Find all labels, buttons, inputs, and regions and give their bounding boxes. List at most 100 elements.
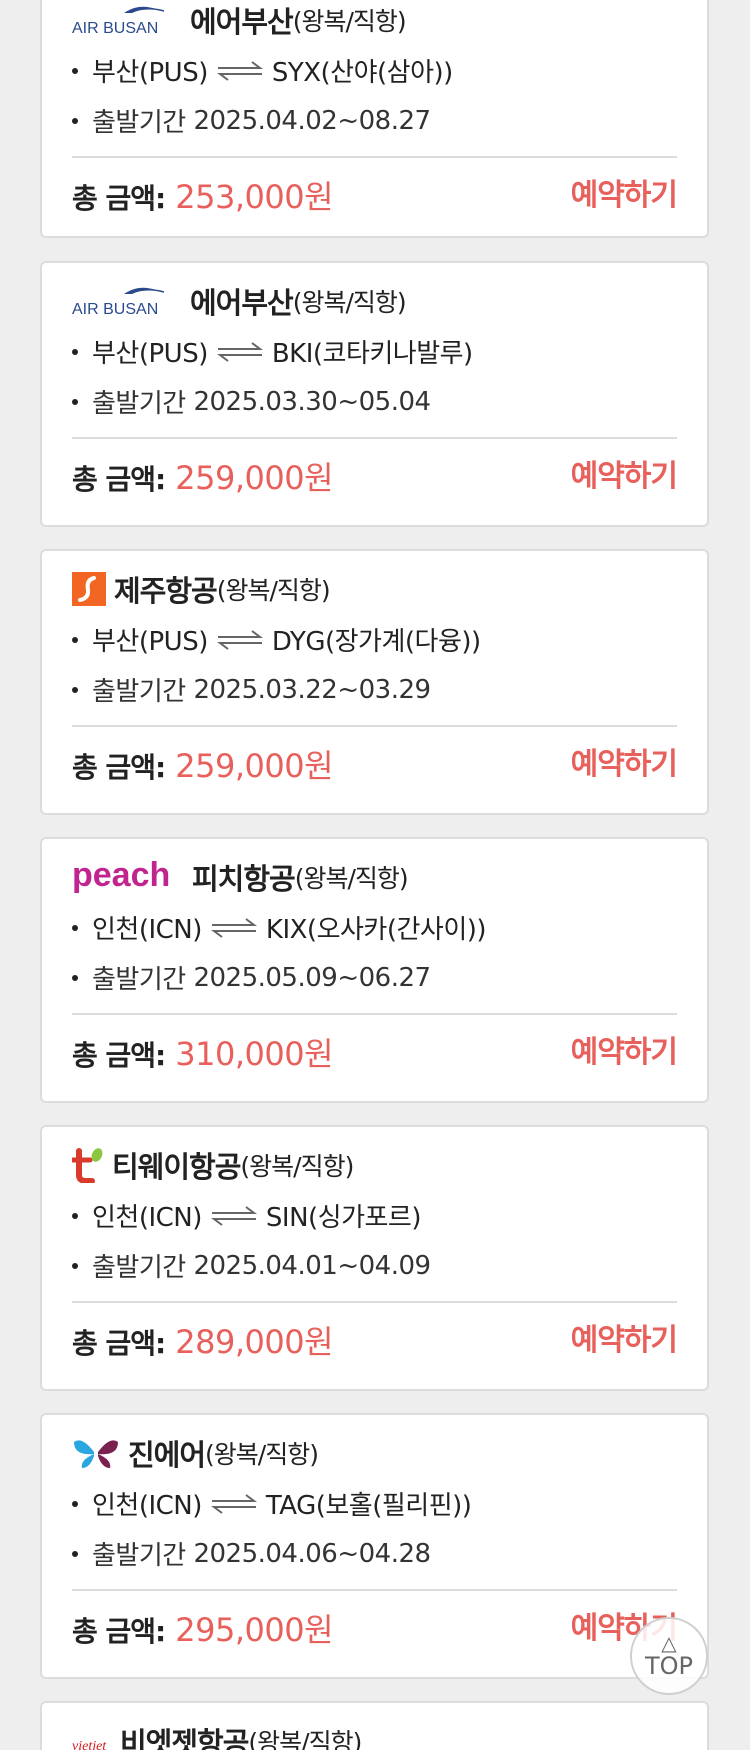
deal-card: peach 피치항공 (왕복/직항) 인천(ICN) KIX(오사카(간사이))…	[40, 837, 709, 1103]
card-header: peach 피치항공 (왕복/직항)	[72, 857, 409, 897]
airline-name: 티웨이항공	[112, 1150, 241, 1184]
trip-type: (왕복/직항)	[248, 1728, 362, 1750]
route-destination: DYG(장가계(다융))	[271, 627, 481, 657]
svg-text:vietjet: vietjet	[72, 1739, 107, 1750]
scroll-to-top-button[interactable]: △ TOP	[630, 1617, 708, 1695]
card-header: vietjet 비엣젯항공 (왕복/직항)	[72, 1721, 362, 1750]
route-origin: 부산(PUS)	[92, 58, 208, 88]
card-header: 제주항공 (왕복/직항)	[72, 569, 331, 609]
route-origin: 부산(PUS)	[92, 339, 208, 369]
total-amount: 총 금액: 259,000원	[72, 453, 334, 499]
route-destination: SYX(산야(삼아))	[271, 58, 453, 88]
bullet	[72, 348, 78, 355]
svg-text:AIR BUSAN: AIR BUSAN	[72, 20, 158, 37]
bullet	[72, 1550, 78, 1557]
airline-name: 에어부산	[190, 286, 294, 320]
price: 289,000원	[175, 1323, 334, 1361]
period-label: 출발기간	[92, 677, 186, 707]
bullet	[72, 974, 78, 981]
trip-type: (왕복/직항)	[294, 864, 409, 893]
route: 인천(ICN) SIN(싱가포르)	[72, 1197, 422, 1234]
airline-name: 비엣젯항공	[120, 1726, 249, 1750]
bullet	[72, 67, 78, 74]
departure-period: 출발기간 2025.03.22~03.29	[72, 671, 431, 708]
round-trip-arrows-icon	[216, 341, 263, 362]
period-dates: 2025.03.22~03.29	[193, 674, 431, 705]
total-amount: 총 금액: 295,000원	[72, 1605, 334, 1651]
route-destination: KIX(오사카(간사이))	[265, 915, 487, 945]
deal-card: 티웨이항공 (왕복/직항) 인천(ICN) SIN(싱가포르) 출발기간 202…	[40, 1125, 709, 1391]
deal-card: 제주항공 (왕복/직항) 부산(PUS) DYG(장가계(다융)) 출발기간 2…	[40, 549, 709, 815]
total-label: 총 금액:	[72, 1615, 166, 1648]
departure-period: 출발기간 2025.03.30~05.04	[72, 383, 431, 420]
round-trip-arrows-icon	[210, 1493, 257, 1514]
departure-period: 출발기간 2025.04.02~08.27	[72, 102, 431, 139]
deal-card: 진에어 (왕복/직항) 인천(ICN) TAG(보홀(필리핀)) 출발기간 20…	[40, 1413, 709, 1679]
route: 인천(ICN) KIX(오사카(간사이))	[72, 909, 487, 946]
period-label: 출발기간	[92, 108, 186, 138]
book-button[interactable]: 예약하기	[571, 739, 678, 783]
airline-name: 피치항공	[192, 862, 296, 896]
card-header: AIR BUSAN 에어부산 (왕복/직항)	[72, 0, 407, 40]
period-label: 출발기간	[92, 389, 186, 419]
round-trip-arrows-icon	[210, 1205, 257, 1226]
departure-period: 출발기간 2025.04.01~04.09	[72, 1247, 431, 1284]
air-busan-logo: AIR BUSAN	[72, 6, 165, 37]
divider	[72, 1589, 677, 1591]
total-label: 총 금액:	[72, 751, 166, 784]
total-label: 총 금액:	[72, 463, 166, 496]
divider	[72, 1301, 677, 1303]
route: 부산(PUS) DYG(장가계(다융))	[72, 621, 481, 658]
card-header: 진에어 (왕복/직항)	[72, 1433, 319, 1473]
round-trip-arrows-icon	[210, 917, 257, 938]
bullet	[72, 1262, 78, 1269]
book-button[interactable]: 예약하기	[571, 1027, 678, 1071]
up-triangle-icon: △	[661, 1631, 677, 1655]
route-destination: BKI(코타키나발루)	[271, 339, 473, 369]
price: 259,000원	[175, 459, 334, 497]
route: 부산(PUS) SYX(산야(삼아))	[72, 52, 453, 89]
route-destination: SIN(싱가포르)	[265, 1203, 422, 1233]
deal-card: AIR BUSAN 에어부산 (왕복/직항) 부산(PUS) SYX(산야(삼아…	[40, 0, 709, 238]
bullet	[72, 636, 78, 643]
departure-period: 출발기간 2025.05.09~06.27	[72, 959, 431, 996]
trip-type: (왕복/직항)	[292, 7, 407, 36]
route-destination: TAG(보홀(필리핀))	[265, 1491, 472, 1521]
book-button[interactable]: 예약하기	[571, 451, 678, 495]
vietjet-logo: vietjet	[72, 1739, 107, 1750]
trip-type: (왕복/직항)	[240, 1152, 354, 1181]
divider	[72, 437, 677, 439]
period-dates: 2025.04.02~08.27	[193, 105, 431, 136]
departure-period: 출발기간 2025.04.06~04.28	[72, 1535, 431, 1572]
svg-text:AIR BUSAN: AIR BUSAN	[72, 301, 158, 318]
air-busan-logo: AIR BUSAN	[72, 287, 165, 318]
route-origin: 인천(ICN)	[92, 1491, 202, 1521]
trip-type: (왕복/직항)	[205, 1440, 319, 1469]
route-origin: 부산(PUS)	[92, 627, 208, 657]
price: 310,000원	[175, 1035, 334, 1073]
tway-logo	[72, 1148, 103, 1183]
route: 인천(ICN) TAG(보홀(필리핀))	[72, 1485, 472, 1522]
period-label: 출발기간	[92, 1253, 186, 1283]
svg-text:peach: peach	[72, 858, 170, 894]
deal-list: AIR BUSAN 에어부산 (왕복/직항) 부산(PUS) SYX(산야(삼아…	[0, 0, 750, 1750]
route-origin: 인천(ICN)	[92, 915, 202, 945]
period-label: 출발기간	[92, 1541, 186, 1571]
round-trip-arrows-icon	[216, 60, 263, 81]
trip-type: (왕복/직항)	[292, 288, 407, 317]
total-label: 총 금액:	[72, 1327, 166, 1360]
book-button[interactable]: 예약하기	[571, 1315, 678, 1359]
top-label: TOP	[644, 1652, 694, 1680]
airline-name: 에어부산	[190, 5, 294, 39]
bullet	[72, 1212, 78, 1219]
divider	[72, 725, 677, 727]
period-dates: 2025.03.30~05.04	[193, 386, 431, 417]
price: 259,000원	[175, 747, 334, 785]
airline-name: 진에어	[128, 1438, 206, 1472]
price: 253,000원	[175, 178, 334, 216]
route-origin: 인천(ICN)	[92, 1203, 202, 1233]
divider	[72, 1013, 677, 1015]
total-amount: 총 금액: 310,000원	[72, 1029, 334, 1075]
total-amount: 총 금액: 289,000원	[72, 1317, 334, 1363]
book-button[interactable]: 예약하기	[571, 170, 678, 214]
